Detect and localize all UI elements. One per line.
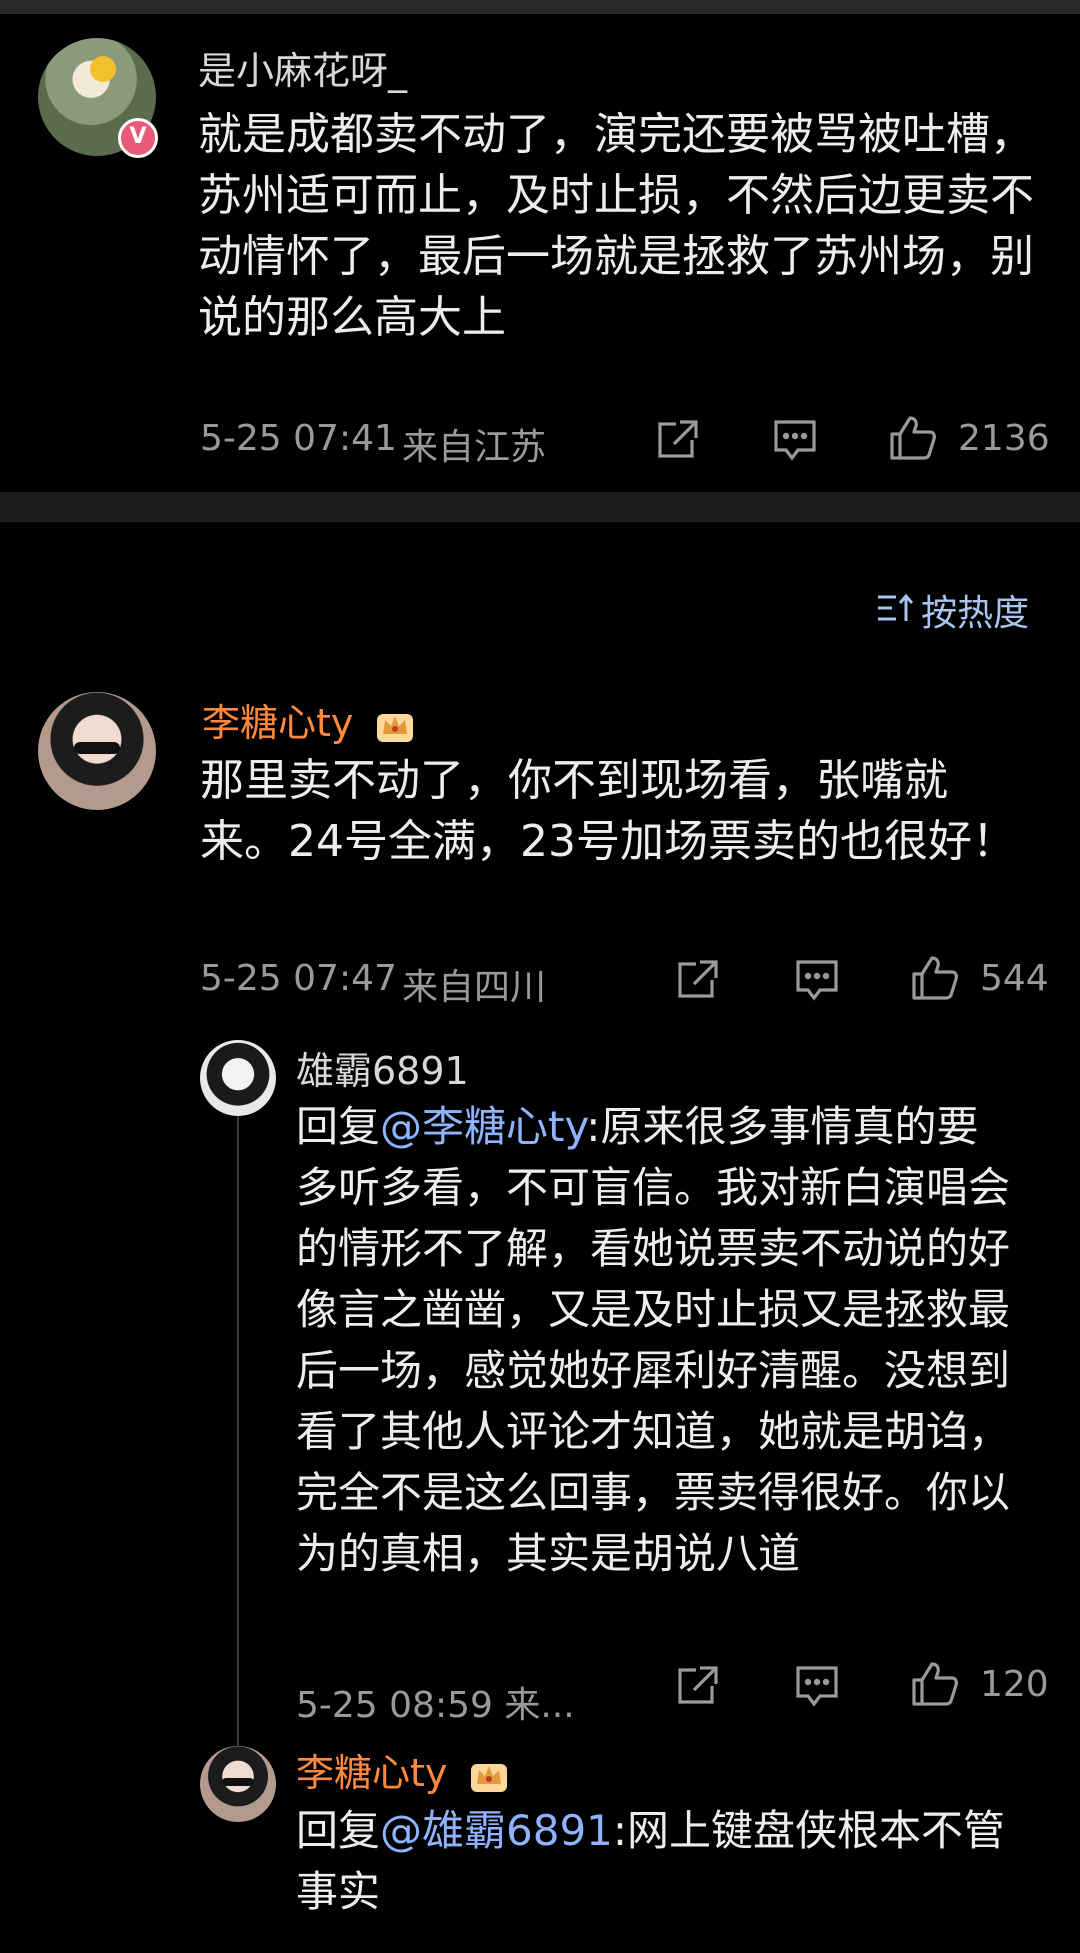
reply-body: :原来很多事情真的要多听多看，不可盲信。我对新白演唱会的情形不了解，看她说票卖不… (296, 1102, 1011, 1578)
comment-author[interactable]: 李糖心ty (202, 692, 415, 747)
reply-author[interactable]: 雄霸6891 (296, 1040, 469, 1095)
sort-label: 按热度 (921, 593, 1030, 634)
reply-meta: 5-25 08:59 来... (296, 1685, 575, 1726)
comment-text: 就是成都卖不动了，演完还要被骂被吐槽，苏州适可而止，及时止损，不然后边更卖不动情… (198, 109, 1034, 343)
thread-line (237, 1090, 239, 1750)
like-icon[interactable] (910, 1660, 960, 1708)
like-count: 544 (980, 958, 1049, 999)
share-icon[interactable] (654, 418, 700, 462)
comment-author[interactable]: 是小麻花呀_ (198, 40, 407, 95)
comment-time: 5-25 07:41 (200, 418, 397, 459)
reply-prefix: 回复 (296, 1806, 381, 1855)
author-name: 李糖心ty (202, 701, 354, 745)
author-name: 李糖心ty (296, 1751, 448, 1795)
comment-location: 来自四川 (402, 967, 547, 1008)
mention-link[interactable]: @李糖心ty (380, 1102, 586, 1151)
like-icon[interactable] (910, 954, 960, 1002)
like-icon[interactable] (888, 414, 938, 462)
avatar-sunglasses (222, 1778, 254, 1786)
avatar[interactable] (200, 1040, 276, 1116)
reply-text: 回复@雄霸6891:网上键盘侠根本不管事实 (296, 1800, 1036, 1922)
comment-icon[interactable] (794, 1664, 840, 1708)
comment-icon[interactable] (772, 418, 818, 462)
comment-icon[interactable] (794, 958, 840, 1002)
crown-icon (375, 708, 415, 744)
like-count: 2136 (958, 418, 1050, 459)
share-icon[interactable] (674, 958, 720, 1002)
avatar-flower (90, 56, 116, 82)
comment-text: 那里卖不动了，你不到现场看，张嘴就来。24号全满，23号加场票卖的也很好！ (200, 755, 1016, 867)
mention-link[interactable]: @雄霸6891 (380, 1806, 613, 1855)
top-bar (0, 0, 1080, 14)
sort-icon (876, 591, 916, 629)
reply-author[interactable]: 李糖心ty (296, 1742, 509, 1797)
comment-time: 5-25 07:47 (200, 958, 397, 999)
reply-text: 回复@李糖心ty:原来很多事情真的要多听多看，不可盲信。我对新白演唱会的情形不了… (296, 1096, 1016, 1584)
like-count: 120 (980, 1664, 1049, 1705)
avatar[interactable] (38, 692, 156, 810)
sort-toggle[interactable]: 按热度 (876, 584, 1029, 636)
comment-location: 来自江苏 (402, 427, 547, 468)
avatar-sunglasses (74, 742, 120, 754)
section-divider (0, 492, 1080, 522)
verified-badge-icon: V (118, 118, 158, 158)
avatar[interactable] (200, 1746, 276, 1822)
crown-icon (469, 1758, 509, 1794)
share-icon[interactable] (674, 1664, 720, 1708)
reply-prefix: 回复 (296, 1102, 381, 1151)
